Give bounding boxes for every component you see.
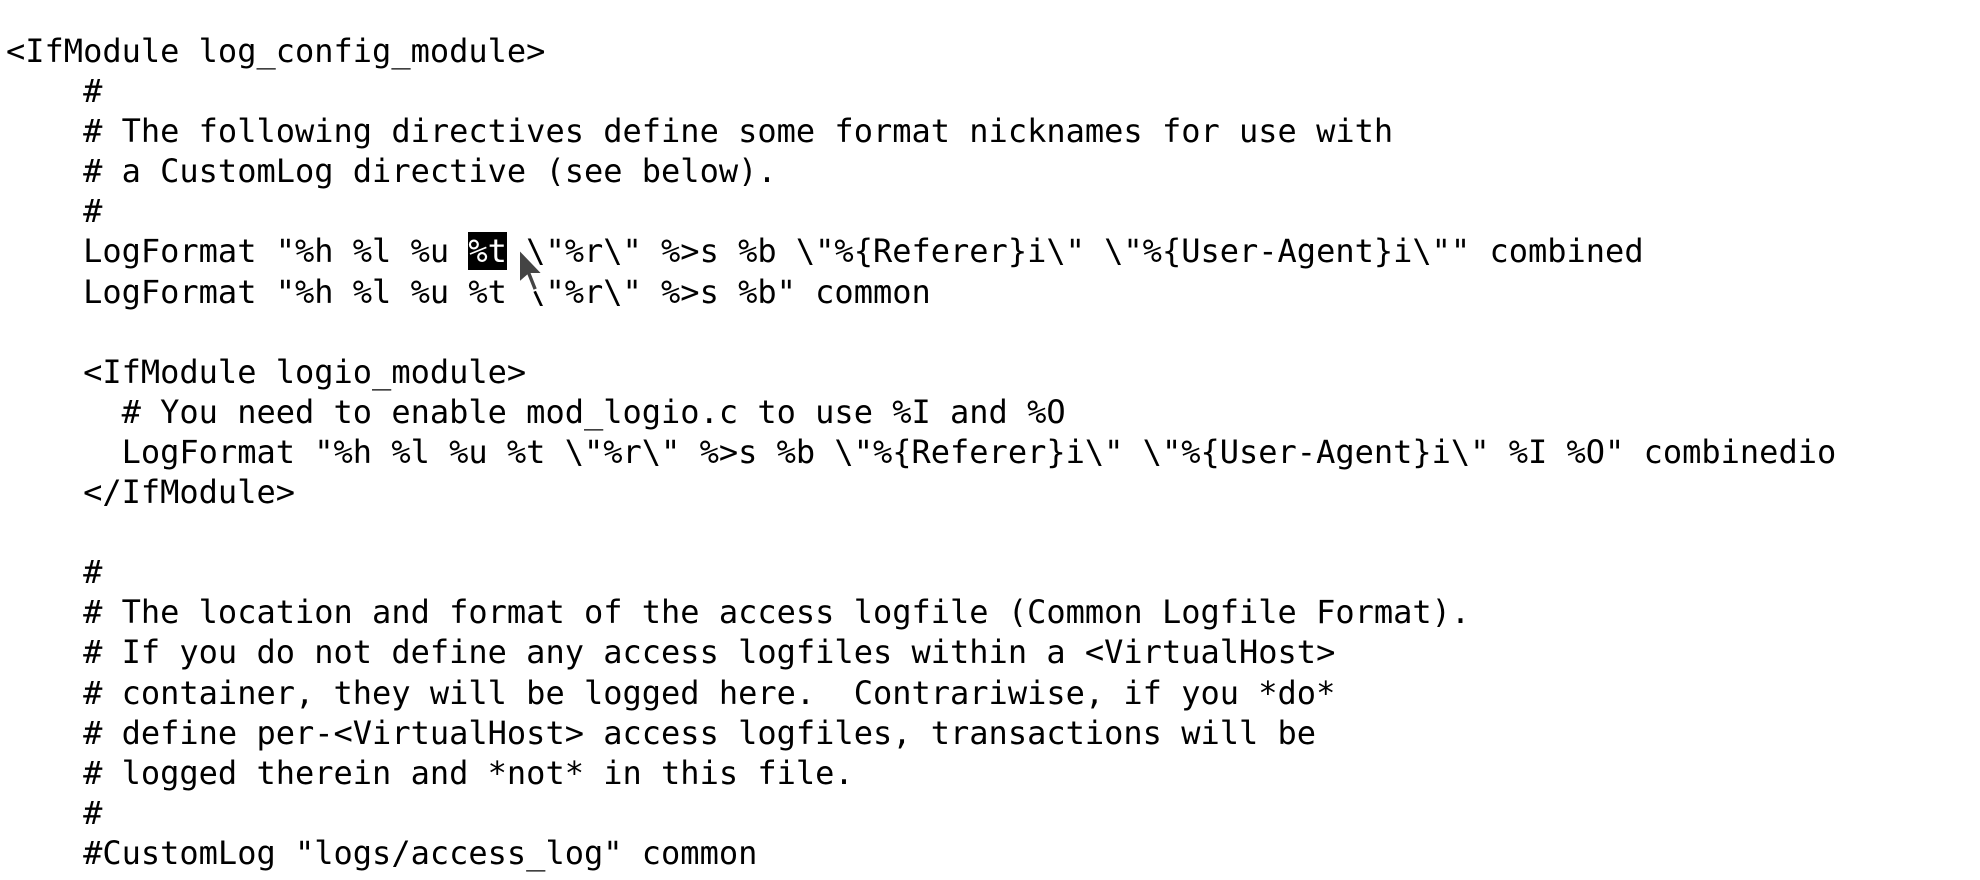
mouse-pointer-icon: [518, 247, 546, 293]
code-line[interactable]: #: [6, 552, 1836, 592]
code-line[interactable]: # container, they will be logged here. C…: [6, 673, 1836, 713]
code-line[interactable]: #: [6, 71, 1836, 111]
code-line[interactable]: # a CustomLog directive (see below).: [6, 151, 1836, 191]
code-line[interactable]: [6, 512, 1836, 552]
text-selection[interactable]: %t: [468, 232, 507, 271]
code-line[interactable]: [6, 312, 1836, 352]
code-text: \"%r\" %>s %b \"%{Referer}i\" \"%{User-A…: [506, 232, 1644, 271]
text-editor[interactable]: <IfModule log_config_module> # # The fol…: [6, 31, 1836, 873]
code-line[interactable]: # define per-<VirtualHost> access logfil…: [6, 713, 1836, 753]
code-line[interactable]: # If you do not define any access logfil…: [6, 632, 1836, 672]
code-line[interactable]: # The location and format of the access …: [6, 592, 1836, 632]
code-line[interactable]: #: [6, 191, 1836, 231]
code-line[interactable]: # You need to enable mod_logio.c to use …: [6, 392, 1836, 432]
code-line[interactable]: <IfModule logio_module>: [6, 352, 1836, 392]
code-text: LogFormat "%h %l %u: [6, 232, 469, 271]
code-line[interactable]: </IfModule>: [6, 472, 1836, 512]
code-line[interactable]: #CustomLog "logs/access_log" common: [6, 833, 1836, 873]
code-line[interactable]: LogFormat "%h %l %u %t \"%r\" %>s %b" co…: [6, 272, 1836, 312]
code-line[interactable]: LogFormat "%h %l %u %t \"%r\" %>s %b \"%…: [6, 432, 1837, 472]
code-line[interactable]: # logged therein and *not* in this file.: [6, 753, 1836, 793]
code-line-with-selection[interactable]: LogFormat "%h %l %u %t \"%r\" %>s %b \"%…: [6, 231, 1836, 271]
code-line[interactable]: #: [6, 793, 1836, 833]
code-line[interactable]: <IfModule log_config_module>: [6, 31, 1836, 71]
code-line[interactable]: # The following directives define some f…: [6, 111, 1836, 151]
